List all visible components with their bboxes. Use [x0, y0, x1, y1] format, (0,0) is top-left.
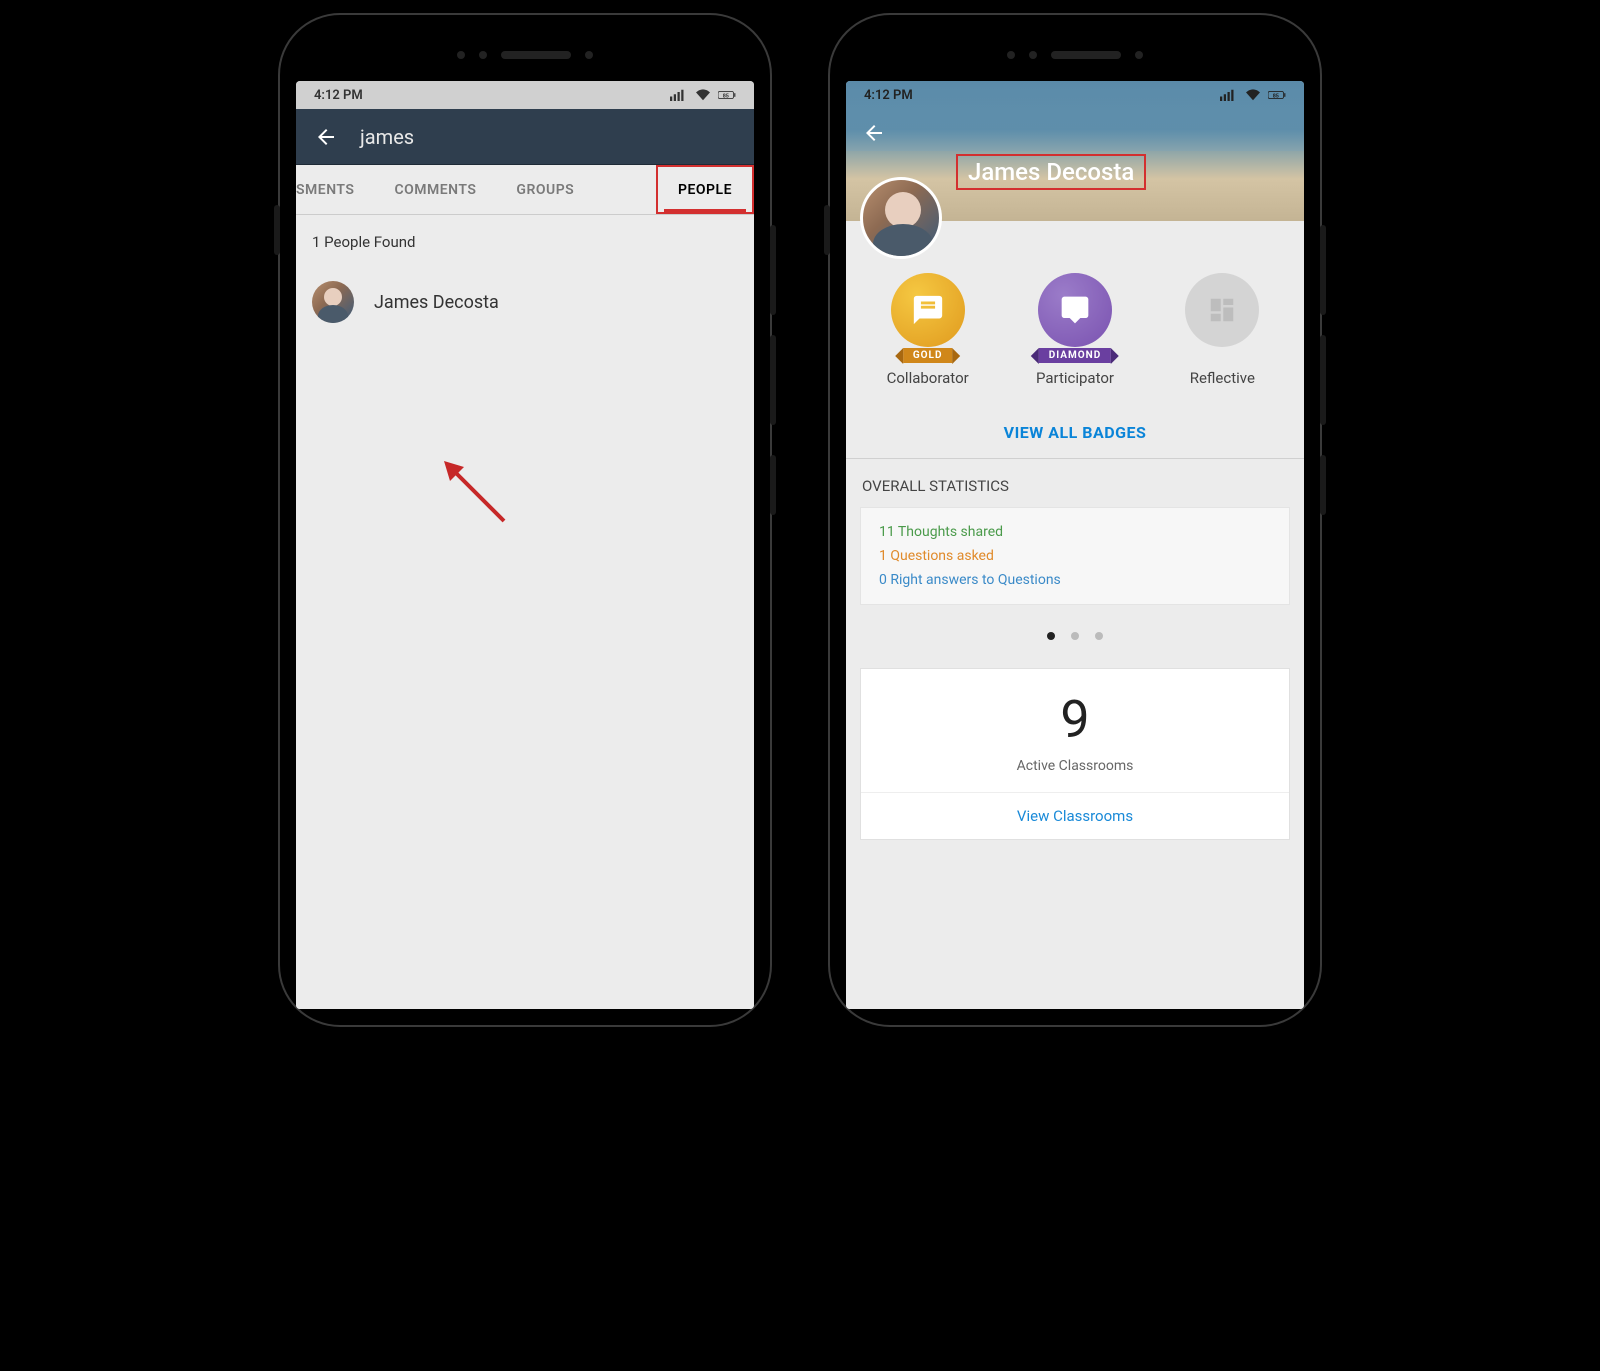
view-classrooms-link[interactable]: View Classrooms	[861, 792, 1289, 839]
back-arrow-icon[interactable]	[862, 121, 886, 145]
svg-text:85: 85	[723, 93, 729, 99]
badges-row: GOLD Collaborator DIAMOND Participator	[846, 273, 1304, 407]
phone-side-button	[770, 225, 776, 315]
status-icons: 85	[670, 88, 736, 102]
phone-side-button	[824, 205, 830, 255]
profile-avatar[interactable]	[860, 177, 942, 259]
stat-questions: 1 Questions asked	[879, 548, 1271, 564]
page-dot[interactable]	[1095, 632, 1103, 640]
annotation-arrow-icon	[434, 451, 514, 531]
classrooms-count: 9	[861, 689, 1289, 750]
badge-label: Reflective	[1149, 369, 1295, 387]
profile-hero: 4:12 PM 85 James Decosta	[846, 81, 1304, 221]
battery-icon: 85	[1268, 88, 1286, 102]
avatar	[312, 281, 354, 323]
view-all-badges-row: VIEW ALL BADGES	[846, 407, 1304, 459]
status-bar: 4:12 PM 85	[846, 81, 1304, 109]
search-results: 1 People Found James Decosta	[296, 215, 754, 1009]
search-query-text[interactable]: james	[360, 125, 414, 149]
phone-side-button	[770, 335, 776, 425]
phone-side-button	[770, 455, 776, 515]
badge-tier: GOLD	[903, 348, 953, 363]
speech-icon	[1038, 273, 1112, 347]
wifi-icon	[694, 88, 712, 102]
overall-statistics-title: OVERALL STATISTICS	[846, 459, 1304, 507]
chat-icon	[891, 273, 965, 347]
page-dot[interactable]	[1047, 632, 1055, 640]
badge-collaborator[interactable]: GOLD Collaborator	[855, 273, 1001, 387]
badge-reflective[interactable]: Reflective	[1149, 273, 1295, 387]
phone-mockup-left: 4:12 PM 85 james SMENTS COMMENTS GROUPS …	[280, 15, 770, 1025]
profile-body: GOLD Collaborator DIAMOND Participator	[846, 221, 1304, 1009]
page-dot[interactable]	[1071, 632, 1079, 640]
signal-icon	[1220, 88, 1238, 102]
phone-speaker	[1007, 51, 1143, 59]
results-count-label: 1 People Found	[312, 233, 738, 251]
stat-answers: 0 Right answers to Questions	[879, 572, 1271, 588]
tab-comments[interactable]: COMMENTS	[374, 165, 496, 214]
phone-side-button	[274, 205, 280, 255]
badge-participator[interactable]: DIAMOND Participator	[1002, 273, 1148, 387]
phone-speaker	[457, 51, 593, 59]
back-arrow-icon[interactable]	[314, 125, 338, 149]
status-time: 4:12 PM	[864, 88, 913, 103]
battery-icon: 85	[718, 88, 736, 102]
classrooms-label: Active Classrooms	[861, 758, 1289, 774]
badge-label: Participator	[1002, 369, 1148, 387]
phone-side-button	[1320, 455, 1326, 515]
grid-icon	[1185, 273, 1259, 347]
search-bar: james	[296, 109, 754, 165]
phone-mockup-right: 4:12 PM 85 James Decosta GOLD	[830, 15, 1320, 1025]
view-all-badges-link[interactable]: VIEW ALL BADGES	[1004, 423, 1147, 442]
tab-people[interactable]: PEOPLE	[656, 165, 754, 214]
person-name: James Decosta	[374, 292, 499, 313]
tab-assignments-partial[interactable]: SMENTS	[296, 165, 374, 214]
signal-icon	[670, 88, 688, 102]
page-indicator	[846, 605, 1304, 668]
classrooms-card: 9 Active Classrooms View Classrooms	[860, 668, 1290, 840]
status-time: 4:12 PM	[314, 88, 363, 103]
badge-tier: DIAMOND	[1039, 348, 1111, 363]
status-bar: 4:12 PM 85	[296, 81, 754, 109]
wifi-icon	[1244, 88, 1262, 102]
svg-text:85: 85	[1273, 93, 1279, 99]
tab-bar: SMENTS COMMENTS GROUPS PEOPLE	[296, 165, 754, 215]
phone-side-button	[1320, 225, 1326, 315]
phone-side-button	[1320, 335, 1326, 425]
badge-label: Collaborator	[855, 369, 1001, 387]
profile-name: James Decosta	[956, 154, 1146, 190]
stat-thoughts: 11 Thoughts shared	[879, 524, 1271, 540]
person-result-row[interactable]: James Decosta	[312, 275, 738, 329]
status-icons: 85	[1220, 88, 1286, 102]
tab-groups[interactable]: GROUPS	[496, 165, 594, 214]
stats-card: 11 Thoughts shared 1 Questions asked 0 R…	[860, 507, 1290, 605]
